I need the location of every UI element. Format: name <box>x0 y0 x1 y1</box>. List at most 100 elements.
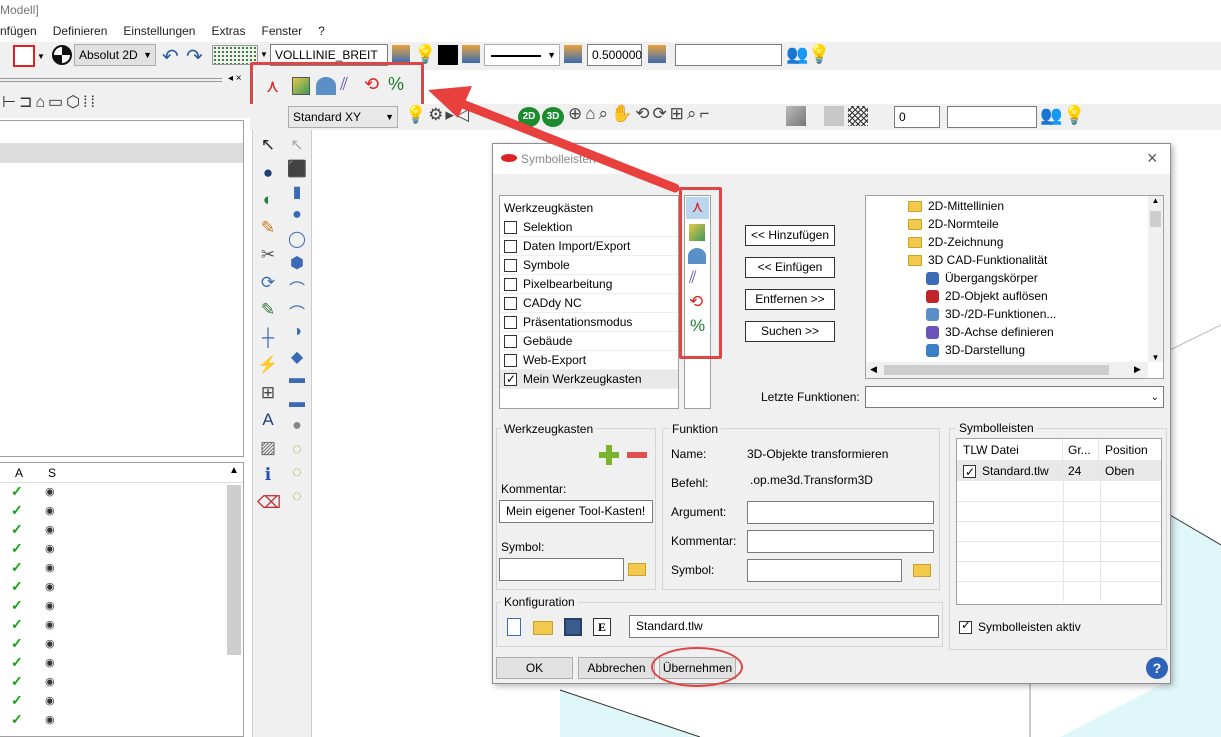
left-tree-selected-row[interactable] <box>0 143 243 163</box>
toolbox-item[interactable]: ✓ Mein Werkzeugkasten <box>500 370 678 389</box>
tlw-row-checkbox[interactable]: ✓ <box>963 465 976 479</box>
tlw-col-size[interactable]: Gr... <box>1063 439 1099 460</box>
list-item[interactable]: ✓ ◉ <box>0 616 243 635</box>
export-icon[interactable]: E <box>593 618 611 636</box>
tlw-col-position[interactable]: Position <box>1099 439 1161 460</box>
percent-icon[interactable]: % <box>690 316 705 336</box>
visible-check-icon[interactable]: ✓ <box>11 559 23 576</box>
symbolleisten-active-checkbox[interactable]: ✓ <box>959 618 972 635</box>
search-button[interactable]: Suchen >> <box>745 321 835 342</box>
menu-fenster[interactable]: Fenster <box>261 24 310 38</box>
insert-button[interactable]: << Einfügen <box>745 257 835 278</box>
tool-icon[interactable]: ◌ <box>286 464 308 486</box>
empty-field[interactable] <box>675 44 782 66</box>
toolbox-checkbox[interactable] <box>504 354 517 368</box>
tool-icon[interactable]: ⌒ <box>286 276 308 299</box>
tool-icon[interactable]: ▨ <box>257 438 279 460</box>
menu-extras[interactable]: Extras <box>211 24 253 38</box>
view-select[interactable]: Standard XY ▼ <box>288 106 398 128</box>
tree-item[interactable]: Übergangskörper <box>866 269 1163 287</box>
explode-icon[interactable]: ⟲ <box>689 292 703 312</box>
chevron-down-icon[interactable]: ▼ <box>37 52 45 61</box>
toolbox-checkbox[interactable] <box>504 297 517 311</box>
tool-icon[interactable]: ⊞ <box>257 383 279 405</box>
layer-icon[interactable] <box>648 45 666 63</box>
chevron-down-icon[interactable]: ▼ <box>260 50 268 59</box>
eye-icon[interactable]: ◉ <box>45 485 55 498</box>
list-item[interactable]: ✓ ◉ <box>0 692 243 711</box>
add-toolbox-icon[interactable] <box>599 445 619 465</box>
tool-icon[interactable]: ● <box>286 206 308 228</box>
list-item[interactable]: ✓ ◉ <box>0 483 243 502</box>
tree-item[interactable]: 3D-Darstellung <box>866 341 1163 359</box>
tree-item[interactable]: 3D-Achse definieren <box>866 323 1163 341</box>
eye-icon[interactable]: ◉ <box>45 542 55 555</box>
tool-icon[interactable]: ◐ <box>257 190 279 212</box>
tool-icon[interactable]: ▬ <box>286 394 308 416</box>
scroll-thumb[interactable] <box>1150 211 1161 227</box>
hscroll-thumb[interactable] <box>884 365 1109 375</box>
symbolleisten-active[interactable]: ✓ Symbolleisten aktiv <box>959 618 1081 635</box>
menu-definieren[interactable]: Definieren <box>53 24 116 38</box>
toolbox-item[interactable]: Selektion <box>500 218 678 237</box>
remove-button[interactable]: Entfernen >> <box>745 289 835 310</box>
tool-icon[interactable]: ✎ <box>257 300 279 322</box>
tool-icon[interactable]: ↖ <box>257 135 279 157</box>
eye-icon[interactable]: ◉ <box>45 504 55 517</box>
lightbulb-icon[interactable]: 💡 <box>1063 105 1085 126</box>
hatch-icon[interactable] <box>848 106 868 126</box>
tool-icon[interactable]: ↖ <box>286 135 308 157</box>
eye-icon[interactable]: ◉ <box>45 618 55 631</box>
visible-check-icon[interactable]: ✓ <box>11 616 23 633</box>
view-mode-select[interactable]: Absolut 2D ▼ <box>74 44 156 66</box>
tool-icon[interactable]: ⬢ <box>286 253 308 275</box>
axis-icon[interactable]: ⫽ <box>340 74 348 95</box>
tool-icon[interactable]: ▮ <box>286 182 308 204</box>
undo-icon[interactable]: ↶ <box>162 44 179 69</box>
scroll-up-icon[interactable]: ▲ <box>229 465 239 476</box>
eye-icon[interactable]: ◉ <box>45 599 55 612</box>
toolbox-item[interactable]: Web-Export <box>500 351 678 370</box>
help-icon[interactable]: ? <box>1146 657 1168 679</box>
3d-button[interactable]: 3D <box>542 107 564 127</box>
visible-check-icon[interactable]: ✓ <box>11 711 23 728</box>
gray-swatch[interactable] <box>824 106 844 126</box>
black-color-swatch[interactable] <box>438 45 458 65</box>
save-icon[interactable] <box>564 618 582 636</box>
render-cube-icon[interactable] <box>786 106 806 126</box>
dimension-icons[interactable]: ⊢⊐⌂▭⬡⁞⁞ <box>2 92 98 112</box>
line-width-field[interactable]: 0.500000 <box>587 44 642 66</box>
eye-icon[interactable]: ◉ <box>45 637 55 650</box>
people-icon[interactable]: 👥 <box>786 44 808 65</box>
cube-icon[interactable] <box>292 77 310 95</box>
tool-icon[interactable]: ┼ <box>257 328 279 350</box>
tool-icon[interactable]: ◌ <box>286 488 308 510</box>
list-item[interactable]: ✓ ◉ <box>0 673 243 692</box>
config-file-input[interactable]: Standard.tlw <box>629 615 939 638</box>
tk-comment-input[interactable]: Mein eigener Tool-Kasten! <box>499 500 653 523</box>
transform-3d-icon[interactable]: ⋏ <box>266 76 279 97</box>
eye-icon[interactable]: ◉ <box>45 694 55 707</box>
add-button[interactable]: << Hinzufügen <box>745 225 835 246</box>
tlw-col-file[interactable]: TLW Datei <box>957 439 1063 460</box>
folder-icon[interactable] <box>628 563 646 576</box>
tool-icon[interactable]: ⌫ <box>257 493 281 515</box>
tool-icon[interactable]: ⚡ <box>257 355 279 377</box>
tool-icon[interactable]: ◑ <box>286 323 308 345</box>
ok-button[interactable]: OK <box>496 657 573 679</box>
new-file-icon[interactable] <box>507 618 521 636</box>
visible-check-icon[interactable]: ✓ <box>11 483 23 500</box>
toolbox-checkbox[interactable] <box>504 278 517 292</box>
visible-check-icon[interactable]: ✓ <box>11 521 23 538</box>
tree-folder[interactable]: 3D CAD-Funktionalität <box>866 251 1163 269</box>
people-icon[interactable]: 👥 <box>1040 105 1062 126</box>
tool-icon[interactable]: ⟳ <box>257 273 279 295</box>
folder-icon[interactable] <box>913 564 931 577</box>
eye-icon[interactable]: ◉ <box>45 675 55 688</box>
visible-check-icon[interactable]: ✓ <box>11 692 23 709</box>
list-item[interactable]: ✓ ◉ <box>0 597 243 616</box>
col-a[interactable]: A <box>15 466 23 480</box>
toolbox-item[interactable]: Daten Import/Export <box>500 237 678 256</box>
fn-argument-input[interactable] <box>747 501 934 524</box>
toolbox-item[interactable]: Präsentationsmodus <box>500 313 678 332</box>
